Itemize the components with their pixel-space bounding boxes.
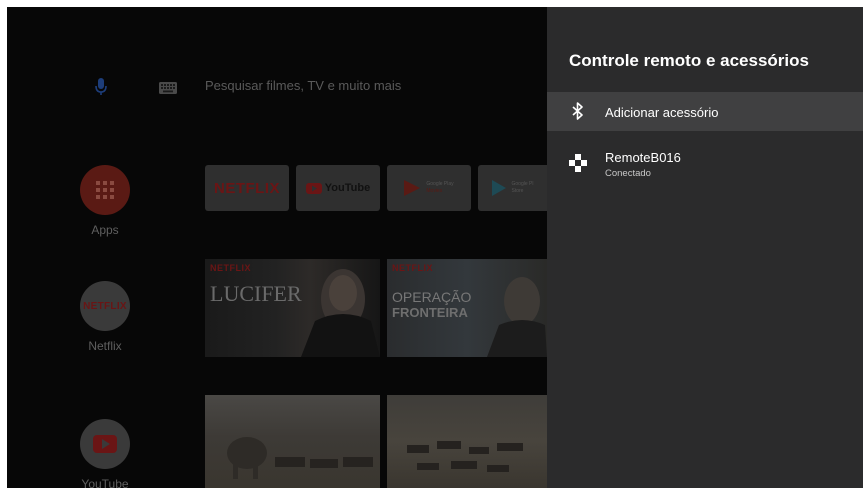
promo-wildlife-2[interactable] <box>387 395 547 488</box>
promo-operacao-title-line1: OPERAÇÃO <box>392 289 472 305</box>
lucifer-artwork <box>301 269 380 357</box>
herd-artwork <box>407 441 523 472</box>
tile-netflix[interactable]: NETFLIX <box>205 165 289 211</box>
promo-lucifer[interactable]: NETFLIX LUCIFER <box>205 259 380 357</box>
search-placeholder[interactable]: Pesquisar filmes, TV e muito mais <box>205 78 401 93</box>
apps-grid-icon <box>80 165 130 215</box>
netflix-logo: NETFLIX <box>80 281 130 331</box>
tile-google-play-store[interactable]: Google Pl Store <box>478 165 547 211</box>
promo-lucifer-title: LUCIFER <box>210 281 302 306</box>
promo-wildlife-1[interactable] <box>205 395 380 488</box>
gamepad-icon <box>569 154 587 172</box>
remote-accessories-panel: Controle remoto e acessórios Adicionar a… <box>547 7 863 488</box>
remote-device-status: Conectado <box>605 168 651 179</box>
rail-youtube[interactable]: YouTube <box>79 419 131 488</box>
remote-device-text: RemoteB016 Conectado <box>605 150 681 179</box>
elephant-artwork <box>227 437 373 479</box>
search-bar[interactable]: Pesquisar filmes, TV e muito mais <box>7 69 547 103</box>
youtube-label: YouTube <box>81 477 129 488</box>
tile-google-play-movies[interactable]: Google Play Movies <box>387 165 471 211</box>
youtube-logo-icon <box>80 419 130 469</box>
play-store-line1: Google Pl <box>511 181 534 187</box>
promo-operacao-title-line2: FRONTEIRA <box>392 305 468 320</box>
rail-netflix[interactable]: NETFLIX Netflix <box>79 281 131 353</box>
play-store-icon <box>491 180 506 196</box>
netflix-logo-text: NETFLIX <box>83 300 127 312</box>
keyboard-icon[interactable] <box>159 81 177 99</box>
netflix-label: Netflix <box>88 339 122 353</box>
tile-youtube[interactable]: YouTube <box>296 165 380 211</box>
remote-device-item[interactable]: RemoteB016 Conectado <box>547 141 863 185</box>
promo-operacao-fronteira[interactable]: NETFLIX OPERAÇÃO FRONTEIRA <box>387 259 547 357</box>
tile-netflix-logo: NETFLIX <box>214 179 280 197</box>
home-screen: Pesquisar filmes, TV e muito mais Apps N… <box>7 7 547 488</box>
apps-label: Apps <box>91 223 119 237</box>
add-accessory-item[interactable]: Adicionar acessório <box>547 92 863 131</box>
rail-apps[interactable]: Apps <box>79 165 131 237</box>
tile-youtube-label: YouTube <box>324 182 371 194</box>
youtube-play-icon <box>305 182 322 194</box>
tv-screen: Pesquisar filmes, TV e muito mais Apps N… <box>7 7 863 488</box>
play-movies-line1: Google Play <box>426 181 454 187</box>
play-movies-line2: Movies <box>426 188 443 194</box>
panel-title: Controle remoto e acessórios <box>569 51 809 70</box>
bluetooth-icon <box>569 102 587 120</box>
play-movies-icon <box>404 180 421 196</box>
microphone-icon[interactable] <box>95 78 107 101</box>
remote-device-name: RemoteB016 <box>605 150 681 165</box>
promo-operacao-brand: NETFLIX <box>392 263 433 273</box>
play-store-line2: Store <box>511 188 524 194</box>
promo-lucifer-brand: NETFLIX <box>210 263 251 273</box>
add-accessory-label: Adicionar acessório <box>605 105 719 120</box>
